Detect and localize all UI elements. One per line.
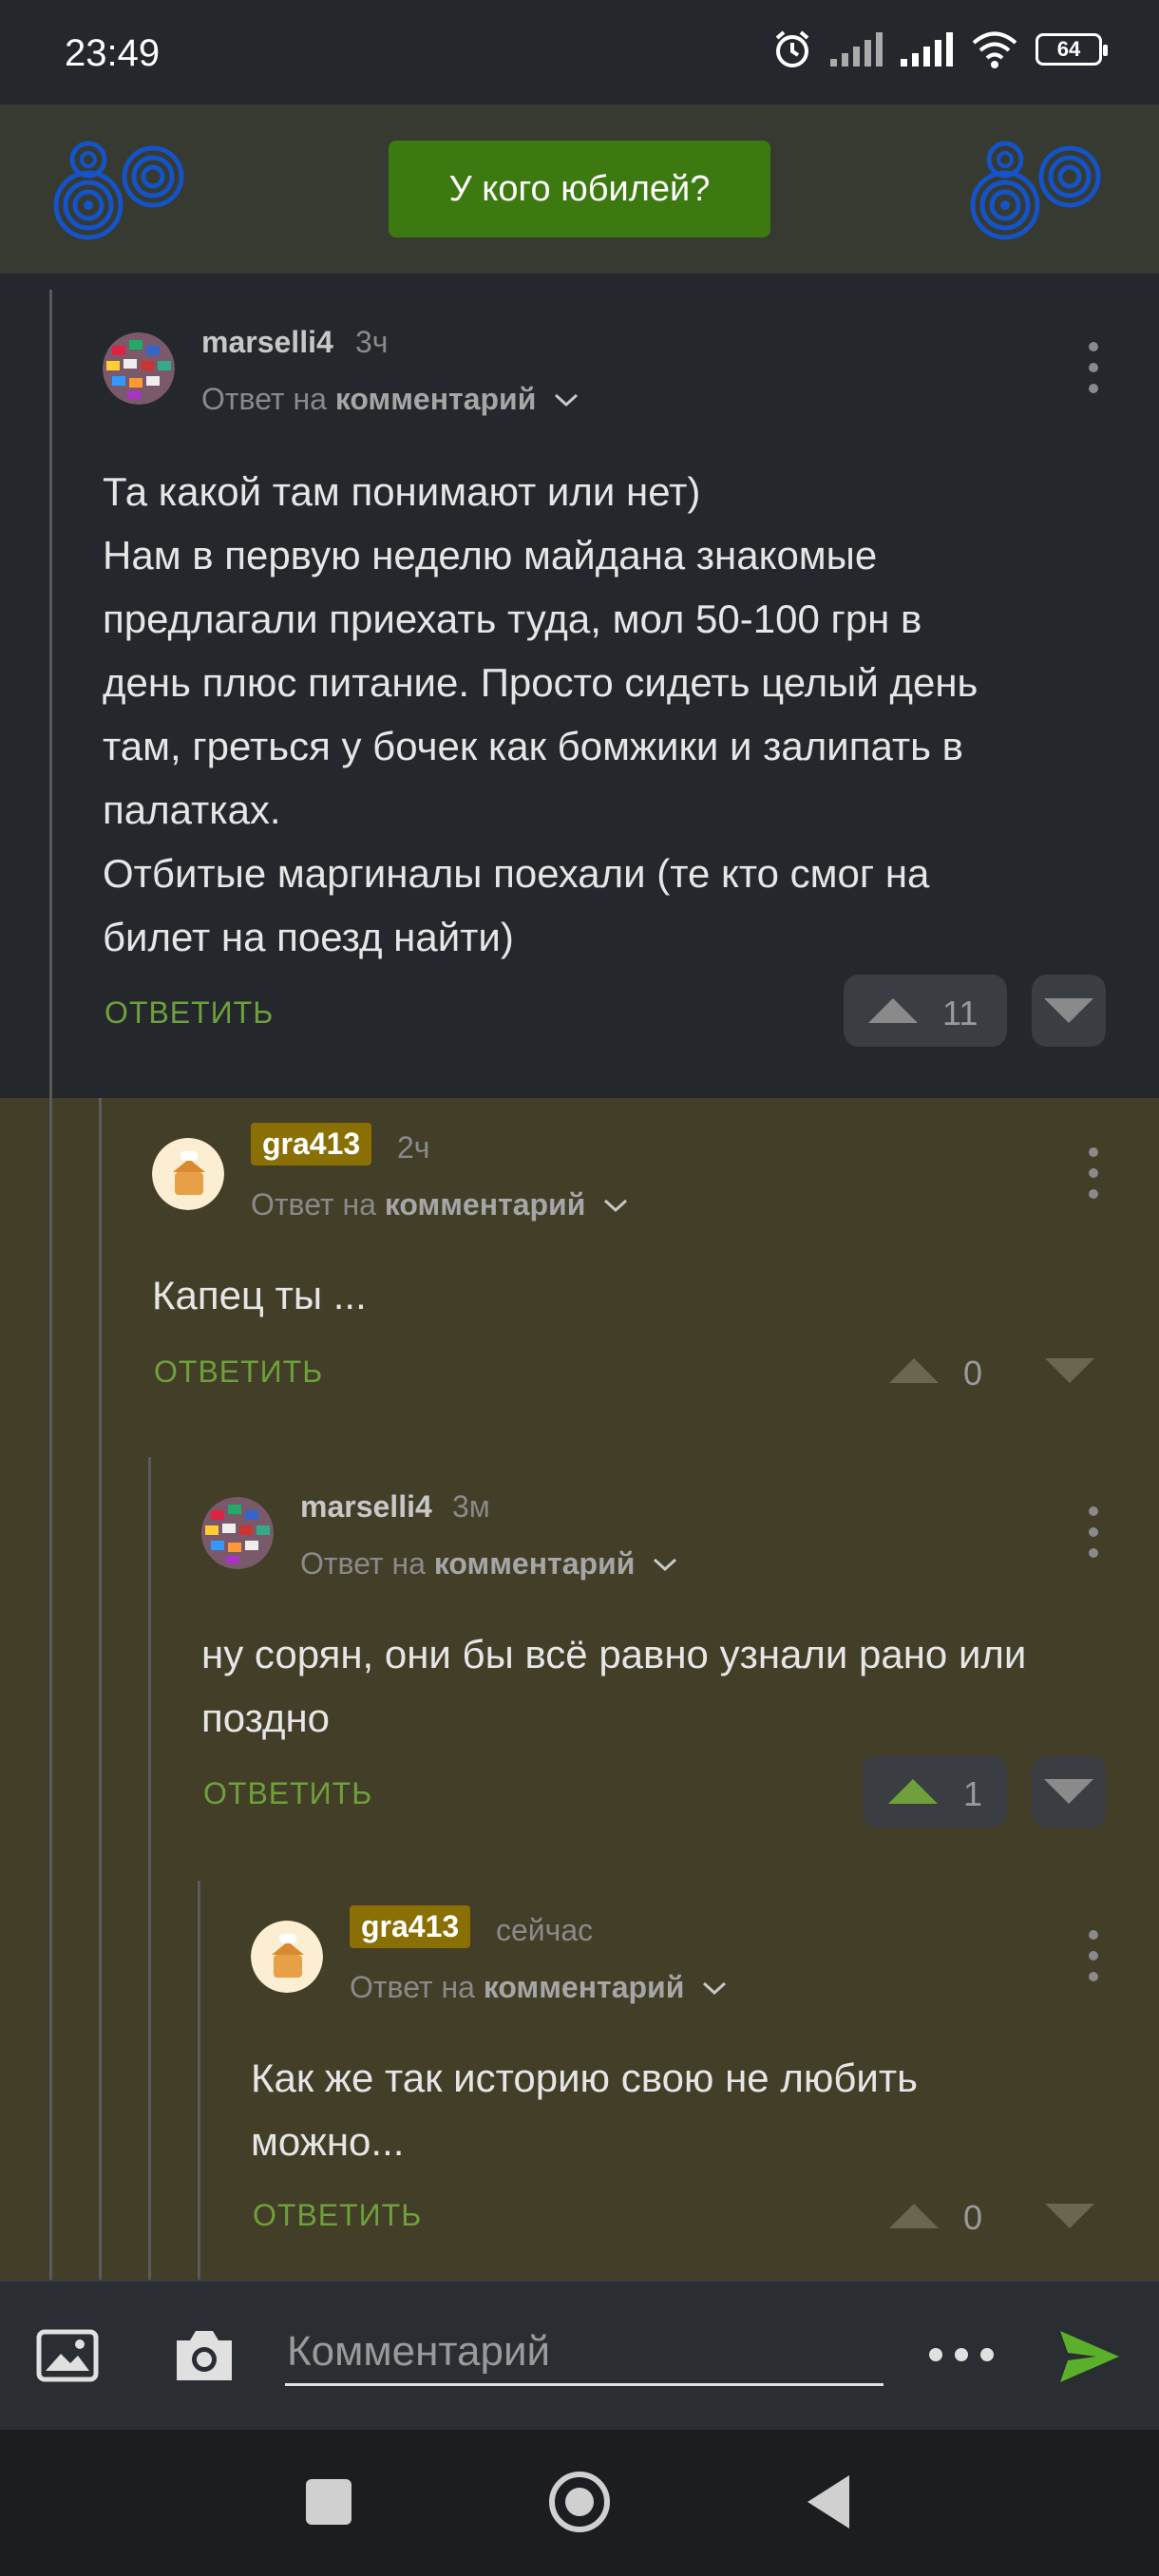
status-bar: 23:49 64 — [0, 0, 1159, 104]
comment-input[interactable] — [285, 2320, 884, 2386]
vote-count: 11 — [942, 994, 978, 1032]
downvote-icon[interactable] — [1045, 2204, 1094, 2228]
upvote-icon[interactable] — [889, 1358, 939, 1383]
logo-80-icon — [53, 141, 184, 240]
avatar[interactable] — [201, 1497, 274, 1569]
comment-time: сейчас — [496, 1913, 594, 1947]
avatar[interactable] — [103, 332, 175, 405]
chevron-down-icon — [654, 1558, 677, 1572]
status-icons: 64 — [771, 28, 1108, 70]
logo-80-icon-right — [970, 141, 1101, 240]
downvote-icon[interactable] — [1045, 1358, 1094, 1383]
vote-count: 1 — [963, 1774, 983, 1813]
comment-time: 2ч — [397, 1130, 430, 1165]
home-icon[interactable] — [547, 2470, 612, 2534]
upvote-icon[interactable] — [889, 2204, 939, 2228]
more-options-icon[interactable] — [1089, 1506, 1098, 1558]
more-options-icon[interactable] — [1089, 342, 1098, 393]
upvote-icon — [868, 998, 918, 1023]
alarm-icon — [775, 30, 809, 67]
reply-to[interactable]: Ответ на комментарий — [350, 1970, 729, 2005]
comment-time: 3ч — [355, 325, 389, 359]
wifi-icon — [972, 31, 1017, 68]
more-icon[interactable] — [927, 2346, 996, 2363]
reply-to[interactable]: Ответ на комментарий — [300, 1546, 679, 1582]
reply-to[interactable]: Ответ на комментарий — [251, 1187, 630, 1222]
reply-button[interactable]: ОТВЕТИТЬ — [203, 1776, 372, 1811]
battery-icon: 64 — [1036, 33, 1108, 66]
op-username-badge[interactable]: gra413 — [251, 1123, 372, 1165]
avatar[interactable] — [152, 1138, 224, 1210]
username[interactable]: marselli4 — [300, 1489, 432, 1525]
thread-line — [99, 1098, 102, 2280]
jubilee-button[interactable]: У кого юбилей? — [389, 141, 770, 237]
vote-count: 0 — [963, 1354, 983, 1392]
back-icon[interactable] — [806, 2473, 851, 2530]
signal-icon — [830, 32, 883, 66]
more-options-icon[interactable] — [1089, 1147, 1098, 1199]
reply-button[interactable]: ОТВЕТИТЬ — [253, 2198, 422, 2233]
avatar[interactable] — [251, 1921, 323, 1993]
reply-to[interactable]: Ответ на комментарий — [201, 382, 580, 417]
send-icon[interactable] — [1058, 2329, 1121, 2384]
comment-time: 3м — [452, 1489, 490, 1524]
comment-text: Та какой там понимают или нет) Нам в перв… — [103, 469, 978, 959]
op-username-badge[interactable]: gra413 — [350, 1905, 471, 1948]
upvote-icon — [888, 1779, 938, 1804]
reply-button[interactable]: ОТВЕТИТЬ — [154, 1354, 323, 1390]
status-time: 23:49 — [65, 32, 161, 74]
chevron-down-icon — [604, 1199, 628, 1213]
thread-line — [49, 290, 52, 2280]
recents-icon[interactable] — [306, 2479, 352, 2525]
vote-count: 0 — [963, 2198, 983, 2237]
image-attach-icon[interactable] — [36, 2329, 99, 2382]
downvote-icon — [1044, 998, 1093, 1023]
chevron-down-icon — [703, 1981, 727, 1996]
thread-line — [198, 1881, 200, 2280]
comment-text: Капец ты ... — [152, 1273, 367, 1317]
downvote-icon — [1044, 1779, 1093, 1804]
thread-line — [148, 1457, 151, 2280]
reply-button[interactable]: ОТВЕТИТЬ — [104, 995, 274, 1031]
battery-level: 64 — [1056, 37, 1081, 61]
camera-icon[interactable] — [171, 2325, 238, 2384]
more-options-icon[interactable] — [1089, 1930, 1098, 1981]
chevron-down-icon — [555, 393, 579, 407]
comment-text: Как же так историю свою не любить можно..… — [251, 2055, 918, 2164]
signal-icon-2 — [901, 32, 953, 66]
comment-text: ну сорян, они бы всё равно узнали рано и… — [201, 1632, 1027, 1740]
username[interactable]: marselli4 — [201, 325, 333, 360]
